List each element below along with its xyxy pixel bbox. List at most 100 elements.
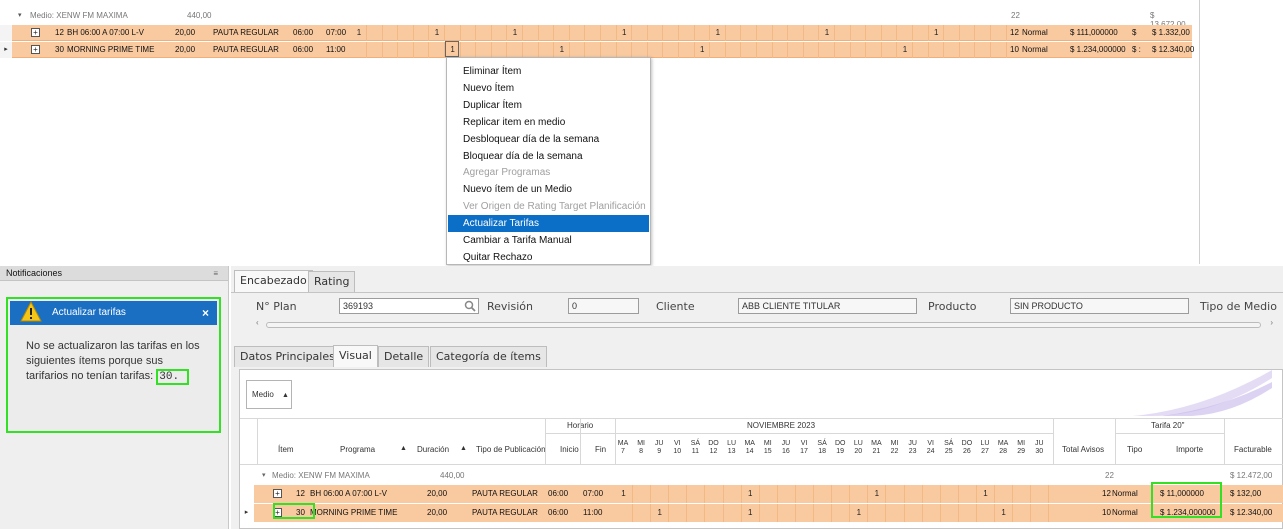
calendar-cell[interactable] [778,504,796,522]
calendar-cell[interactable] [524,25,539,41]
calendar-cell[interactable] [929,42,945,58]
day-header[interactable]: MI 15 [762,440,774,456]
menu-item-eliminar-item[interactable]: Eliminar Ítem [448,63,649,80]
calendar-cell[interactable] [992,25,1007,41]
calendar-cell[interactable]: 1 [617,25,633,41]
tab-encabezado[interactable]: Encabezado [234,270,313,292]
calendar-cell[interactable]: 1 [651,504,670,522]
tab-rating[interactable]: Rating [308,271,356,292]
calendar-cell[interactable] [976,25,991,41]
calendar-cell[interactable] [976,42,991,58]
calendar-cell[interactable] [706,485,724,503]
calendar-cell[interactable] [850,485,869,503]
calendar-cell[interactable] [539,42,555,58]
day-header[interactable]: SÁ 25 [943,440,955,456]
calendar-cell[interactable] [941,485,959,503]
menu-item-desbloquear-dia-de-la-semana[interactable]: Desbloquear día de la semana [448,131,649,148]
calendar-cell[interactable] [680,42,695,58]
day-header[interactable]: JU 30 [1033,440,1045,456]
calendar-cell[interactable] [687,504,706,522]
calendar-cell[interactable] [724,485,742,503]
calendar-cell[interactable]: 1 [430,25,445,41]
calendar-cell[interactable] [1013,485,1032,503]
calendar-cell[interactable] [633,42,648,58]
calendar-cell[interactable] [959,504,977,522]
plan-field[interactable]: 369193 [339,298,479,314]
menu-item-quitar-rechazo[interactable]: Quitar Rechazo [448,249,649,266]
calendar-cell[interactable] [430,42,445,58]
col-fin[interactable]: Fin [595,445,606,454]
calendar-cell[interactable] [586,42,601,58]
calendar-cell[interactable] [851,25,867,41]
calendar-cell[interactable]: 1 [742,485,760,503]
calendar-cell[interactable] [960,42,976,58]
calendar-cell[interactable] [923,485,941,503]
day-header[interactable]: MI 29 [1015,440,1027,456]
calendar-cell[interactable] [368,25,383,41]
menu-item-bloquear-dia-de-la-semana[interactable]: Bloquear día de la semana [448,148,649,165]
calendar-cell[interactable] [758,25,773,41]
calendar-cell[interactable] [695,25,711,41]
calendar-cell[interactable] [492,25,508,41]
calendar-cell[interactable] [789,42,804,58]
calendar-cell[interactable] [648,25,664,41]
day-header[interactable]: JU 23 [907,440,919,456]
calendar-cell[interactable] [820,42,835,58]
day-header[interactable]: LU 13 [726,440,738,456]
calendar-cell[interactable] [959,485,977,503]
col-total-avisos[interactable]: Total Avisos [1062,445,1104,454]
subtab-categoria-items[interactable]: Categoría de ítems [430,346,547,367]
collapse-icon[interactable]: ▾ [18,11,22,19]
calendar-cell[interactable] [383,25,399,41]
expand-row-icon[interactable]: + [31,45,40,54]
day-header[interactable]: MA 14 [744,440,756,456]
menu-item-nuevo-item-de-un-medio[interactable]: Nuevo ítem de un Medio [448,181,649,198]
calendar-cell[interactable] [977,504,995,522]
day-header[interactable]: MI 8 [635,440,647,456]
calendar-cell[interactable] [633,25,648,41]
calendar-cell[interactable] [960,25,976,41]
calendar-cell[interactable] [726,25,742,41]
calendar-cell[interactable] [836,42,851,58]
calendar-cell[interactable] [773,25,789,41]
top-plan-row[interactable]: +30 MORNING PRIME TIME 20,00 PAUTA REGULAR 0… [12,42,1194,58]
search-icon[interactable] [464,300,476,312]
plan-row[interactable]: +30 MORNING PRIME TIME 20,00 PAUTA REGULAR 0… [254,504,1283,522]
calendar-cell[interactable] [617,42,633,58]
calendar-cell[interactable] [669,485,688,503]
calendar-cell[interactable] [796,504,814,522]
calendar-cell[interactable]: 1 [711,25,726,41]
calendar-cell[interactable] [477,25,492,41]
calendar-cell[interactable] [832,504,851,522]
pin-icon[interactable]: ≡ [213,266,218,281]
calendar-cell[interactable]: 1 [508,25,523,41]
calendar-cell[interactable] [524,42,539,58]
calendar-cell[interactable] [804,25,820,41]
day-header[interactable]: MA 21 [870,440,882,456]
calendar-cell[interactable] [758,42,773,58]
menu-item-nuevo-item[interactable]: Nuevo Ítem [448,80,649,97]
day-header[interactable]: MI 22 [889,440,901,456]
calendar-cell[interactable] [352,42,367,58]
calendar-cell[interactable] [804,42,820,58]
calendar-cell[interactable] [664,25,679,41]
day-header[interactable]: LU 20 [852,440,864,456]
calendar-cell[interactable] [923,504,941,522]
col-inicio[interactable]: Inicio [560,445,579,454]
calendar-cell[interactable] [941,504,959,522]
calendar-cell[interactable] [706,504,724,522]
calendar-cell[interactable] [633,504,652,522]
calendar-cell[interactable] [1013,504,1032,522]
calendar-cell[interactable] [882,42,898,58]
calendar-cell[interactable] [945,42,960,58]
calendar-cell[interactable] [492,42,508,58]
calendar-cell[interactable] [867,42,882,58]
calendar-cell[interactable] [508,42,523,58]
subtab-datos-principales[interactable]: Datos Principales [234,346,341,367]
calendar-cell[interactable] [905,504,923,522]
calendar-cell[interactable] [851,42,867,58]
calendar-cell[interactable] [836,25,851,41]
scroll-left-icon[interactable]: ‹ [256,318,259,327]
menu-item-cambiar-a-tarifa-manual[interactable]: Cambiar a Tarifa Manual [448,232,649,249]
calendar-cell[interactable] [726,42,742,58]
